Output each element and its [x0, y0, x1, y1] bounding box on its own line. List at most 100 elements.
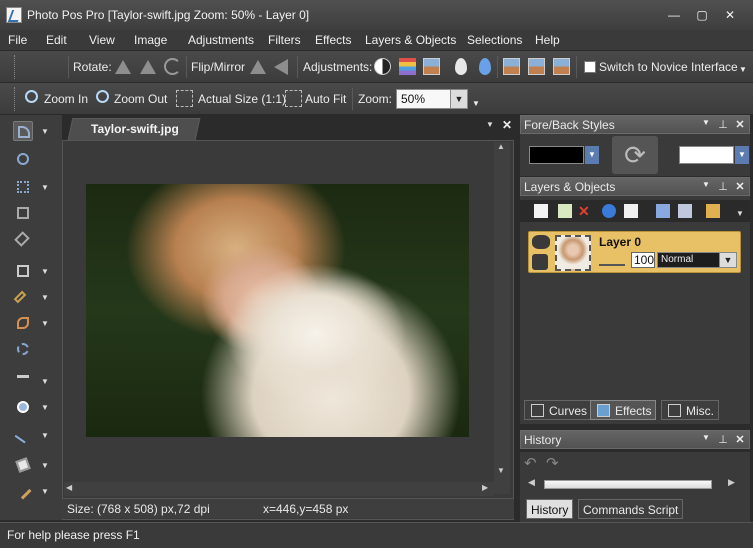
rotate-free-icon[interactable] [164, 58, 181, 75]
foreground-swatch[interactable] [529, 146, 584, 164]
chevron-down-icon[interactable]: ▼ [700, 180, 712, 189]
menu-layers-objects[interactable]: Layers & Objects [365, 33, 456, 47]
zoom-in-button[interactable]: Zoom In [44, 92, 88, 106]
chevron-down-icon[interactable]: ▼ [700, 118, 712, 127]
rotate-left-icon[interactable] [115, 60, 131, 74]
menu-selections[interactable]: Selections [467, 33, 522, 47]
straighten-icon[interactable] [13, 229, 33, 249]
zoom-in-icon[interactable] [25, 90, 38, 103]
toolbar-grip[interactable] [14, 55, 18, 79]
tool-flyout-icon[interactable]: ▼ [41, 462, 49, 470]
tool-flyout-icon[interactable]: ▼ [41, 184, 49, 192]
layer-row[interactable]: Layer 0 100 Normal ▼ [528, 231, 741, 273]
tab-misc[interactable]: Misc. [661, 400, 719, 420]
eye-visibility-icon[interactable] [532, 235, 550, 249]
fill-bucket-icon[interactable] [13, 455, 33, 475]
select-arrow-icon[interactable] [13, 121, 33, 141]
menu-file[interactable]: File [8, 33, 27, 47]
tool-flyout-icon[interactable]: ▼ [41, 488, 49, 496]
image-enhance-icon[interactable] [503, 58, 520, 75]
tab-commands-script[interactable]: Commands Script [578, 499, 684, 519]
zoom-out-button[interactable]: Zoom Out [114, 92, 167, 106]
undo-icon[interactable]: ↶ [524, 454, 537, 472]
tool-flyout-icon[interactable]: ▼ [41, 128, 49, 136]
marquee-icon[interactable] [13, 261, 33, 281]
brush-icon[interactable] [13, 481, 33, 501]
background-swatch[interactable] [679, 146, 734, 164]
shape-icon[interactable] [13, 397, 33, 417]
chevron-down-icon[interactable]: ▼ [736, 204, 750, 218]
crop-icon[interactable] [13, 203, 33, 223]
close-icon[interactable]: ✕ [734, 433, 746, 446]
close-icon[interactable]: ✕ [734, 118, 746, 131]
tab-curves[interactable]: Curves [524, 400, 593, 420]
menu-effects[interactable]: Effects [315, 33, 351, 47]
tool-flyout-icon[interactable]: ▼ [41, 378, 49, 386]
chevron-down-icon[interactable]: ▼ [450, 89, 468, 109]
pin-icon[interactable]: ⊥ [717, 180, 729, 193]
novice-interface-icon[interactable] [584, 61, 596, 73]
menu-adjustments[interactable]: Adjustments [188, 33, 254, 47]
toolbar-grip[interactable] [14, 87, 18, 111]
chevron-down-icon[interactable]: ▼ [700, 433, 712, 442]
text-icon[interactable] [13, 371, 33, 391]
magnifier-icon[interactable] [13, 149, 33, 169]
tab-history[interactable]: History [526, 499, 574, 519]
pin-icon[interactable]: ⊥ [717, 433, 729, 446]
close-button[interactable]: ✕ [722, 8, 738, 22]
actual-size-icon[interactable] [176, 90, 193, 107]
duplicate-layer-icon[interactable] [558, 204, 572, 218]
history-panel-header[interactable]: History ▼ ⊥ ✕ [520, 430, 750, 449]
color-adjust-icon[interactable] [423, 58, 440, 75]
menu-help[interactable]: Help [535, 33, 560, 47]
merge-layer-icon[interactable] [624, 204, 638, 218]
fore-back-panel-header[interactable]: Fore/Back Styles ▼ ⊥ ✕ [520, 115, 750, 134]
line-icon[interactable] [13, 425, 33, 445]
layer-mask-icon[interactable] [656, 204, 670, 218]
history-scroll-left-icon[interactable]: ◀ [528, 477, 535, 488]
history-slider[interactable] [544, 480, 712, 489]
horizontal-scrollbar[interactable]: ◀ ▶ [64, 482, 494, 496]
rotate-right-icon[interactable] [140, 60, 156, 74]
swap-colors-icon[interactable]: ⟳ [612, 136, 658, 174]
pen-icon[interactable] [13, 313, 33, 333]
layers-panel-header[interactable]: Layers & Objects ▼ ⊥ ✕ [520, 177, 750, 196]
opacity-input[interactable]: 100 [631, 252, 655, 268]
lock-icon[interactable] [532, 254, 548, 270]
new-layer-icon[interactable] [534, 204, 548, 218]
layer-group-icon[interactable] [706, 204, 720, 218]
menu-edit[interactable]: Edit [46, 33, 67, 47]
auto-fit-button[interactable]: Auto Fit [305, 92, 346, 106]
zoom-out-icon[interactable] [96, 90, 109, 103]
image-sharpen-icon[interactable] [528, 58, 545, 75]
flip-vertical-icon[interactable] [274, 59, 288, 75]
layer-link-icon[interactable] [678, 204, 692, 218]
move-icon[interactable] [13, 177, 33, 197]
tool-flyout-icon[interactable]: ▼ [41, 320, 49, 328]
chevron-down-icon[interactable]: ▼ [719, 252, 737, 268]
document-tab-label[interactable]: Taylor-swift.jpg [91, 122, 179, 136]
chevron-down-icon[interactable]: ▼ [735, 146, 749, 164]
image-canvas[interactable] [86, 184, 469, 437]
actual-size-button[interactable]: Actual Size (1:1) [198, 92, 286, 106]
toolbar-overflow-icon[interactable]: ▼ [472, 99, 480, 108]
tool-flyout-icon[interactable]: ▼ [41, 404, 49, 412]
contrast-icon[interactable] [374, 58, 391, 75]
image-redeye-icon[interactable] [553, 58, 570, 75]
title-bar[interactable]: Photo Pos Pro [Taylor-swift.jpg Zoom: 50… [0, 0, 753, 30]
color-drop-icon[interactable] [479, 58, 491, 75]
color-balance-icon[interactable] [399, 58, 416, 75]
menu-view[interactable]: View [89, 33, 115, 47]
auto-fit-icon[interactable] [285, 90, 302, 107]
chevron-down-icon[interactable]: ▼ [585, 146, 599, 164]
close-document-icon[interactable]: ✕ [502, 118, 512, 132]
flip-horizontal-icon[interactable] [250, 60, 266, 74]
restore-button[interactable]: ▢ [694, 8, 710, 22]
history-scroll-right-icon[interactable]: ▶ [728, 477, 735, 488]
novice-interface-button[interactable]: Switch to Novice Interface [599, 60, 738, 74]
tool-flyout-icon[interactable]: ▼ [41, 294, 49, 302]
magic-wand-icon[interactable] [13, 287, 33, 307]
menu-image[interactable]: Image [134, 33, 167, 47]
tool-flyout-icon[interactable]: ▼ [41, 432, 49, 440]
minimize-button[interactable]: — [666, 8, 682, 22]
